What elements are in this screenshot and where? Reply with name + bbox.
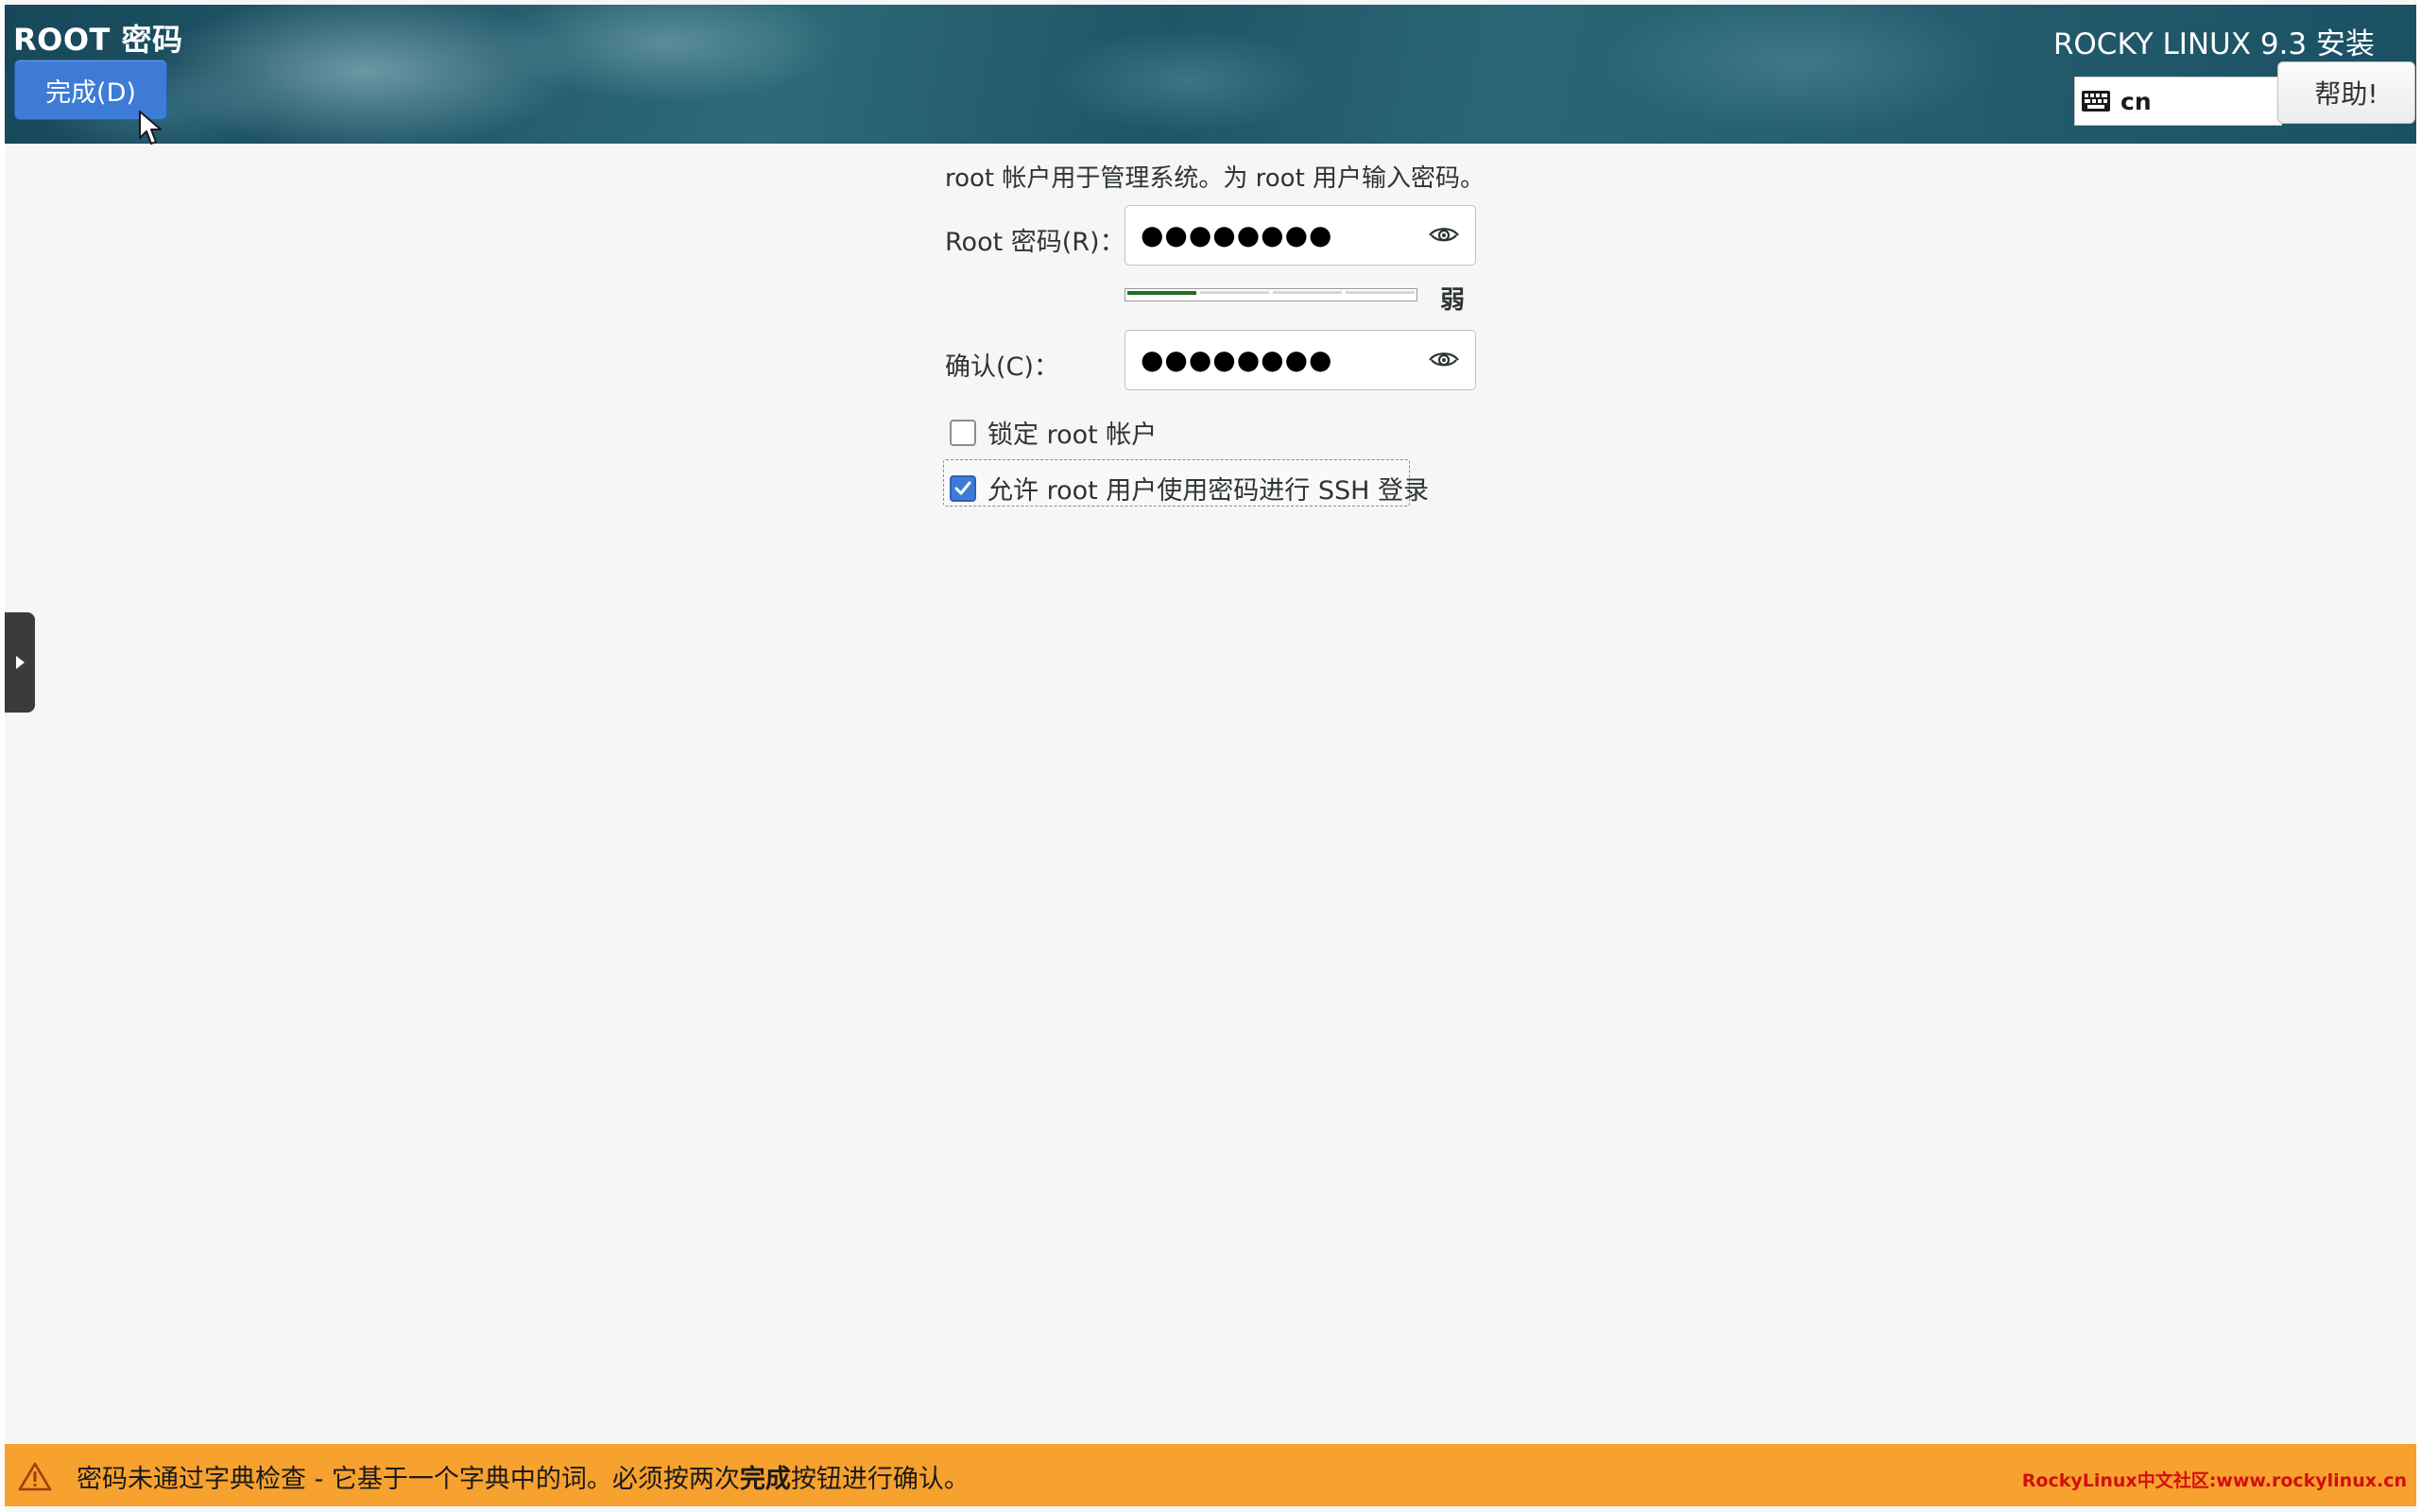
keyboard-layout-label: cn bbox=[2121, 87, 2152, 115]
password-value: ●●●●●●●● bbox=[1141, 218, 1333, 250]
warning-text-part: 按钮进行确认。 bbox=[790, 1465, 970, 1494]
warning-text-part: 密码未通过字典检查 - 它基于一个字典中的词。必须按两次 bbox=[77, 1465, 740, 1494]
mouse-cursor-icon bbox=[139, 111, 162, 145]
warning-bar[interactable]: 密码未通过字典检查 - 它基于一个字典中的词。必须按两次完成按钮进行确认。 Ro… bbox=[5, 1444, 2416, 1506]
lock-root-checkbox-row[interactable]: 锁定 root 帐户 bbox=[950, 414, 1157, 451]
show-confirm-eye-icon[interactable] bbox=[1428, 348, 1460, 372]
warning-message: 密码未通过字典检查 - 它基于一个字典中的词。必须按两次完成按钮进行确认。 bbox=[77, 1458, 970, 1495]
page-title: ROOT 密码 bbox=[13, 22, 183, 58]
lock-root-label: 锁定 root 帐户 bbox=[987, 421, 1158, 450]
show-password-eye-icon[interactable] bbox=[1428, 223, 1460, 248]
help-button[interactable]: 帮助! bbox=[2277, 61, 2415, 124]
checkmark-icon bbox=[954, 481, 971, 494]
window-edge-right bbox=[2416, 0, 2421, 1512]
keyboard-icon bbox=[2082, 91, 2110, 112]
strength-segment bbox=[1273, 291, 1342, 299]
password-strength-label: 弱 bbox=[1440, 286, 1466, 315]
password-strength-bar bbox=[1125, 288, 1417, 301]
side-panel-toggle[interactable] bbox=[5, 612, 35, 713]
window-edge-left bbox=[0, 0, 5, 1512]
strength-segment bbox=[1200, 291, 1269, 299]
expand-arrow-icon bbox=[15, 656, 25, 669]
confirm-password-input[interactable]: ●●●●●●●● bbox=[1125, 330, 1476, 390]
strength-segment bbox=[1346, 291, 1415, 299]
confirm-value: ●●●●●●●● bbox=[1141, 343, 1333, 375]
strength-segment bbox=[1127, 291, 1196, 299]
lock-root-checkbox[interactable] bbox=[950, 419, 976, 446]
header-banner: ROOT 密码 完成(D) ROCKY LINUX 9.3 安装 cn 帮助! bbox=[5, 5, 2416, 144]
warning-icon bbox=[18, 1462, 52, 1491]
intro-text: root 帐户用于管理系统。为 root 用户输入密码。 bbox=[945, 164, 1485, 193]
password-input[interactable]: ●●●●●●●● bbox=[1125, 205, 1476, 266]
allow-ssh-label: 允许 root 用户使用密码进行 SSH 登录 bbox=[987, 476, 1430, 506]
keyboard-layout-indicator[interactable]: cn bbox=[2074, 77, 2282, 126]
product-title: ROCKY LINUX 9.3 安装 bbox=[2052, 27, 2375, 61]
password-label: Root 密码(R)： bbox=[945, 228, 1125, 257]
watermark-text: RockyLinux中文社区:www.rockylinux.cn bbox=[2021, 1470, 2407, 1491]
allow-ssh-checkbox[interactable] bbox=[950, 474, 976, 502]
confirm-label: 确认(C)： bbox=[945, 352, 1059, 382]
allow-ssh-checkbox-row[interactable]: 允许 root 用户使用密码进行 SSH 登录 bbox=[950, 470, 1429, 507]
warning-text-bold: 完成 bbox=[739, 1465, 791, 1494]
